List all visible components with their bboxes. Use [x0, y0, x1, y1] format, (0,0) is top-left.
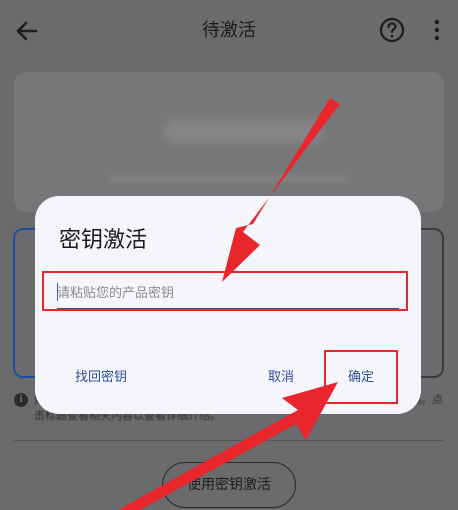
option-tile-right	[418, 228, 444, 378]
divider	[14, 440, 444, 441]
blurred-license-card	[14, 72, 444, 212]
activate-with-key-button[interactable]: 使用密钥激活	[162, 462, 296, 508]
blurred-line	[109, 176, 349, 182]
dialog-title: 密钥激活	[59, 228, 148, 253]
blurred-text	[164, 118, 324, 144]
find-key-button[interactable]: 找回密钥	[75, 366, 127, 385]
cancel-button[interactable]: 取消	[268, 366, 294, 385]
help-icon[interactable]	[378, 16, 406, 44]
annotation-box-confirm	[324, 350, 398, 404]
more-options-icon[interactable]	[428, 16, 446, 44]
info-icon: i	[14, 393, 28, 407]
annotation-box-input	[42, 271, 408, 311]
top-app-bar: 待激活	[0, 0, 458, 60]
